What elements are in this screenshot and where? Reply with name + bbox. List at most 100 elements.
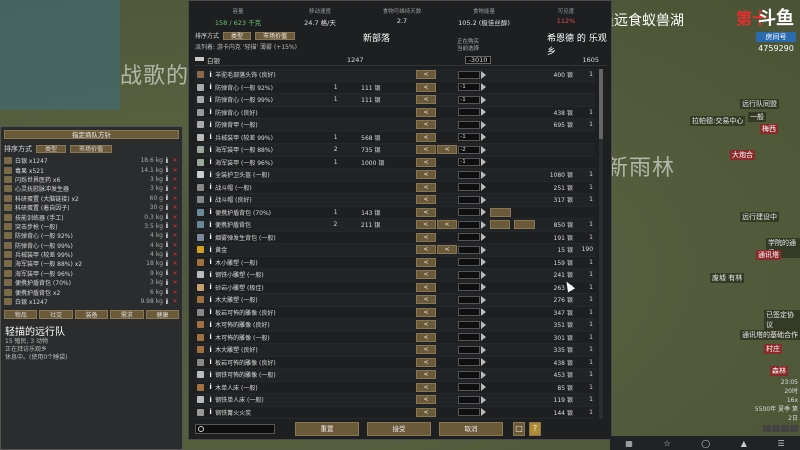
- menu-icon[interactable]: ☰: [778, 439, 785, 448]
- info-icon[interactable]: i: [206, 408, 215, 416]
- sell-all-button[interactable]: <: [437, 245, 458, 255]
- sell-all-button[interactable]: [437, 333, 457, 342]
- caravan-item-row[interactable]: 科研蛋置 (着自因子) 30 g i ✕: [4, 203, 179, 212]
- info-icon[interactable]: i: [206, 271, 215, 279]
- caravan-item-row[interactable]: 白银 x1247 18.6 kg i ✕: [4, 156, 179, 165]
- speed-3-button[interactable]: [790, 425, 798, 432]
- info-icon[interactable]: i: [206, 158, 215, 166]
- reset-button[interactable]: 重置: [295, 422, 359, 436]
- trade-sort-value-button[interactable]: 市场价值: [255, 31, 296, 40]
- info-icon[interactable]: i: [163, 260, 171, 268]
- buy-all-button[interactable]: [514, 108, 534, 117]
- buy-arrow-button[interactable]: [490, 408, 510, 417]
- map-label[interactable]: 大炮合: [730, 150, 755, 160]
- buy-arrow-button[interactable]: [490, 370, 510, 379]
- sell-arrow-button[interactable]: <: [415, 382, 437, 392]
- cancel-button[interactable]: 取消: [439, 422, 503, 436]
- buy-all-button[interactable]: [514, 170, 534, 179]
- buy-arrow-button[interactable]: [490, 108, 510, 117]
- trade-amount-input[interactable]: [458, 220, 481, 229]
- sell-all-button[interactable]: [437, 183, 457, 192]
- trade-sort-type-button[interactable]: 类型: [223, 31, 252, 40]
- trade-amount-input[interactable]: [458, 358, 481, 367]
- research-icon[interactable]: ▲: [741, 439, 747, 448]
- trade-amount-input[interactable]: [458, 108, 481, 117]
- remove-icon[interactable]: ✕: [171, 270, 179, 277]
- map-label[interactable]: 已签定协议: [764, 310, 800, 330]
- info-icon[interactable]: i: [163, 279, 171, 287]
- caravan-item-row[interactable]: 毒果 x521 14.1 kg i ✕: [4, 165, 179, 175]
- buy-all-button[interactable]: [514, 408, 534, 417]
- trade-amount-input[interactable]: [458, 345, 481, 354]
- trade-amount-input[interactable]: [458, 370, 481, 379]
- help-button[interactable]: ?: [529, 422, 541, 436]
- buy-arrow-button[interactable]: [490, 183, 510, 192]
- buy-arrow-button[interactable]: [490, 220, 511, 230]
- trade-amount-input[interactable]: [458, 308, 481, 317]
- info-icon[interactable]: i: [163, 298, 171, 306]
- sell-arrow-button[interactable]: <: [415, 157, 437, 167]
- buy-arrow-button[interactable]: [490, 70, 510, 79]
- sell-all-button[interactable]: [437, 70, 457, 79]
- sell-arrow-button[interactable]: <: [415, 320, 437, 330]
- info-icon[interactable]: i: [163, 269, 171, 277]
- trade-amount-input[interactable]: -1: [458, 158, 481, 167]
- trade-amount-input[interactable]: [458, 208, 481, 217]
- trade-amount-input[interactable]: [458, 283, 481, 292]
- trade-amount-input[interactable]: [458, 408, 481, 417]
- map-label[interactable]: 梅西: [760, 124, 778, 134]
- buy-all-button[interactable]: [514, 345, 534, 354]
- buy-arrow-button[interactable]: [490, 345, 510, 354]
- sell-all-button[interactable]: [437, 295, 457, 304]
- scrollbar-thumb[interactable]: [599, 69, 603, 139]
- buy-all-button[interactable]: [514, 83, 534, 92]
- buy-all-button[interactable]: [514, 120, 534, 129]
- info-icon[interactable]: i: [206, 233, 215, 241]
- sell-all-button[interactable]: [437, 395, 457, 404]
- buy-all-button[interactable]: [514, 370, 534, 379]
- sell-all-button[interactable]: [437, 383, 457, 392]
- buy-arrow-button[interactable]: [490, 295, 510, 304]
- info-icon[interactable]: i: [163, 185, 171, 193]
- remove-icon[interactable]: ✕: [171, 223, 179, 230]
- sell-arrow-button[interactable]: <: [415, 307, 437, 317]
- speed-1-button[interactable]: [772, 425, 780, 432]
- info-icon[interactable]: i: [206, 371, 215, 379]
- buy-all-button[interactable]: [514, 195, 534, 204]
- info-icon[interactable]: i: [163, 288, 171, 296]
- info-icon[interactable]: i: [206, 308, 215, 316]
- sell-arrow-button[interactable]: <: [415, 107, 437, 117]
- info-icon[interactable]: i: [206, 183, 215, 191]
- caravan-item-row[interactable]: 白银 x1247 9.98 kg i ✕: [4, 297, 179, 306]
- buy-all-button[interactable]: [514, 395, 534, 404]
- buy-all-button[interactable]: [514, 295, 534, 304]
- sell-arrow-button[interactable]: <: [415, 270, 437, 280]
- buy-all-button[interactable]: [514, 270, 534, 279]
- sell-all-button[interactable]: [437, 308, 457, 317]
- map-label[interactable]: 通讯塔的基础合作: [740, 330, 800, 340]
- trade-amount-input[interactable]: [458, 183, 481, 192]
- buy-all-button[interactable]: [514, 183, 534, 192]
- sell-arrow-button[interactable]: <: [415, 232, 437, 242]
- search-input[interactable]: [195, 424, 275, 434]
- sell-all-button[interactable]: [437, 195, 457, 204]
- sell-arrow-button[interactable]: <: [415, 220, 436, 230]
- buy-all-button[interactable]: [514, 383, 534, 392]
- info-icon[interactable]: i: [206, 108, 215, 116]
- info-icon[interactable]: i: [163, 222, 171, 230]
- sell-all-button[interactable]: [437, 170, 457, 179]
- sell-arrow-button[interactable]: <: [415, 295, 437, 305]
- sell-all-button[interactable]: [437, 408, 457, 417]
- remove-icon[interactable]: ✕: [171, 195, 179, 202]
- factions-icon[interactable]: ☆: [663, 439, 670, 448]
- caravan-tab[interactable]: 社交: [39, 310, 73, 320]
- info-icon[interactable]: i: [206, 171, 215, 179]
- buy-all-button[interactable]: [515, 208, 535, 217]
- sell-all-button[interactable]: [437, 283, 457, 292]
- buy-arrow-button[interactable]: [490, 383, 510, 392]
- trade-amount-input[interactable]: [458, 70, 481, 79]
- remove-icon[interactable]: ✕: [171, 279, 179, 286]
- info-icon[interactable]: i: [163, 241, 171, 249]
- map-label[interactable]: 一般: [748, 112, 766, 122]
- caravan-item-row[interactable]: 闪烁世界医药 x6 3 kg i ✕: [4, 175, 179, 184]
